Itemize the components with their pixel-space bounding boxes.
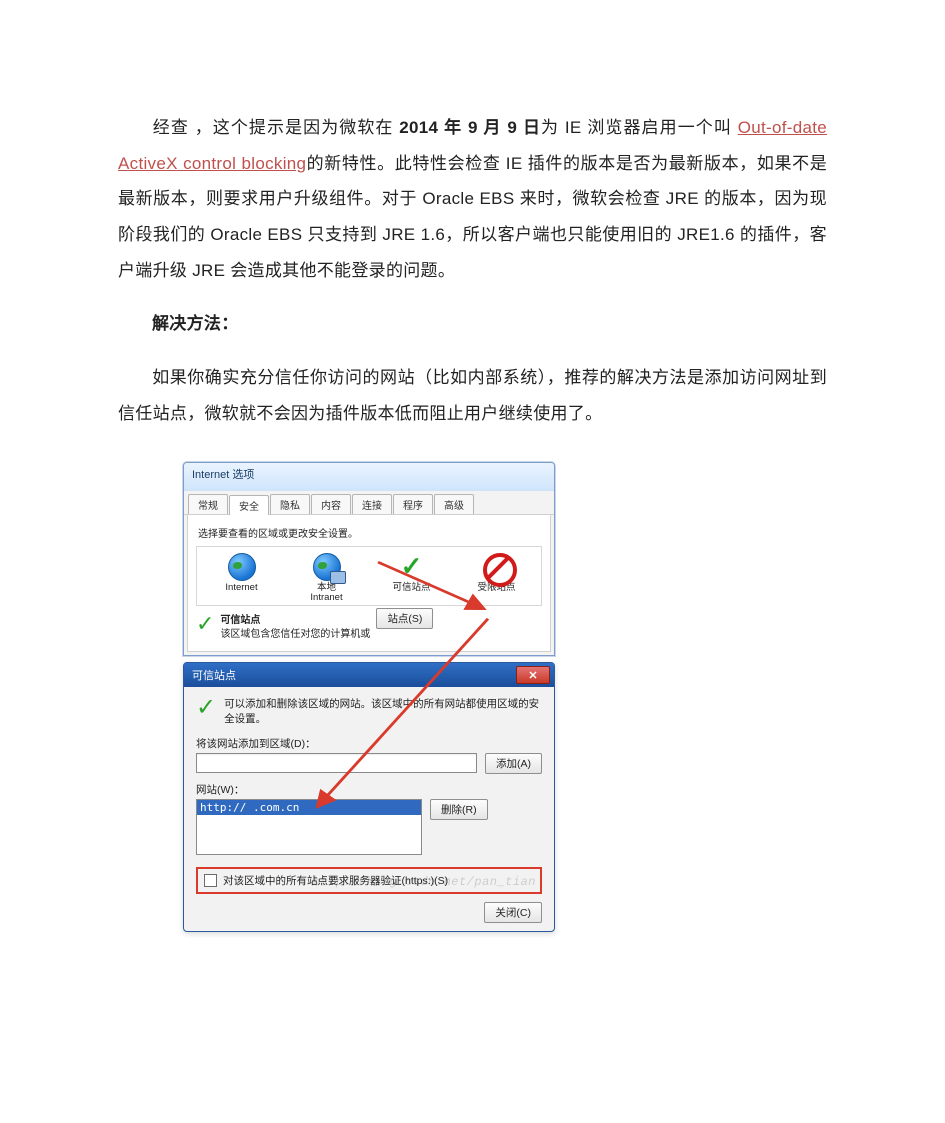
zone-restricted[interactable]: 受限站点 [454, 553, 539, 604]
tab-programs[interactable]: 程序 [393, 494, 433, 514]
monitor-icon [330, 571, 346, 584]
dialog-title: Internet 选项 [184, 463, 554, 491]
add-site-input[interactable] [196, 753, 477, 773]
https-checkbox[interactable] [204, 874, 217, 887]
list-item[interactable]: http:// .com.cn [197, 800, 421, 815]
solution-paragraph: 如果你确实充分信任你访问的网站（比如内部系统），推荐的解决方法是添加访问网址到信… [118, 360, 827, 431]
sites-button[interactable]: 站点(S) [376, 608, 433, 629]
zone-internet[interactable]: Internet [199, 553, 284, 604]
close-icon[interactable]: ✕ [516, 666, 550, 684]
tab-advanced[interactable]: 高级 [434, 494, 474, 514]
https-check-label: 对该区域中的所有站点要求服务器验证(https:)(S) [223, 873, 448, 888]
tab-connections[interactable]: 连接 [352, 494, 392, 514]
tab-content[interactable]: 内容 [311, 494, 351, 514]
list-field-label: 网站(W)： [196, 782, 542, 797]
sites-listbox[interactable]: http:// .com.cn [196, 799, 422, 855]
forbidden-icon [483, 553, 517, 587]
heading-solution: 解决方法： [118, 306, 827, 342]
tab-strip: 常规 安全 隐私 内容 连接 程序 高级 [184, 491, 554, 515]
close-button[interactable]: 关闭(C) [484, 902, 542, 923]
add-field-label: 将该网站添加到区域(D)： [196, 736, 542, 751]
check-icon: ✓ [401, 551, 423, 582]
dialog2-title: 可信站点 [192, 667, 236, 683]
internet-options-dialog: Internet 选项 常规 安全 隐私 内容 连接 程序 高级 选择要查看的区… [183, 462, 555, 657]
globe-icon [228, 553, 256, 581]
globe-icon [313, 553, 341, 581]
chosen-zone-text: 可信站点 该区域包含您信任对您的计算机或 [220, 614, 370, 641]
add-button[interactable]: 添加(A) [485, 753, 542, 774]
zones-instruction: 选择要查看的区域或更改安全设置。 [198, 525, 542, 540]
screenshot-figure: Internet 选项 常规 安全 隐私 内容 连接 程序 高级 选择要查看的区… [183, 462, 563, 932]
trusted-sites-dialog: 可信站点 ✕ ✓ 可以添加和删除该区域的网站。该区域中的所有网站都使用区域的安全… [183, 662, 555, 931]
dialog2-intro: 可以添加和删除该区域的网站。该区域中的所有网站都使用区域的安全设置。 [224, 697, 542, 725]
tab-privacy[interactable]: 隐私 [270, 494, 310, 514]
check-icon: ✓ [196, 614, 214, 634]
delete-button[interactable]: 删除(R) [430, 799, 488, 820]
intro-paragraph: 经查 ，这个提示是因为微软在 2014 年 9 月 9 日为 IE 浏览器启用一… [118, 110, 827, 288]
tab-security[interactable]: 安全 [229, 495, 269, 515]
check-icon: ✓ [196, 697, 216, 719]
zone-trusted[interactable]: ✓ 可信站点 [369, 553, 454, 604]
security-zones: Internet 本地 Intranet ✓ 可信站点 受限站点 [196, 546, 542, 607]
zone-intranet[interactable]: 本地 Intranet [284, 553, 369, 604]
https-highlight: 对该区域中的所有站点要求服务器验证(https:)(S) [196, 867, 542, 894]
tab-general[interactable]: 常规 [188, 494, 228, 514]
